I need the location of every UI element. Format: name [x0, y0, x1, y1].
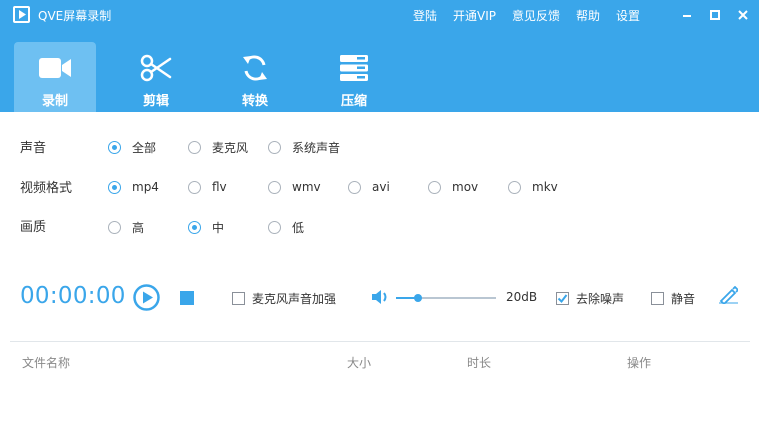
radio-quality-low[interactable] [268, 220, 281, 234]
tab-convert-label: 转换 [241, 94, 268, 109]
quality-option-medium[interactable]: 中 [188, 219, 224, 235]
audio-option-all[interactable]: 全部 [108, 139, 156, 155]
radio-quality-medium[interactable] [188, 220, 201, 234]
volume-icon[interactable] [371, 289, 389, 305]
minimize-icon[interactable] [680, 8, 694, 22]
compress-icon [313, 50, 395, 86]
tab-compress-label: 压缩 [340, 94, 367, 109]
stop-icon[interactable] [180, 291, 194, 305]
radio-audio-all[interactable] [108, 140, 121, 154]
mic-boost-label: 麦克风声音加强 [252, 291, 337, 306]
audio-label: 声音 [20, 141, 47, 156]
format-option-mp4[interactable]: mp4 [108, 179, 159, 195]
check-icon [557, 293, 568, 303]
column-actions: 操作 [627, 356, 652, 370]
radio-format-avi[interactable] [348, 180, 361, 194]
quality-option-high-label: 高 [132, 220, 145, 235]
column-size: 大小 [347, 356, 372, 370]
radio-format-mkv[interactable] [508, 180, 521, 194]
tab-edit[interactable]: 剪辑 [115, 42, 197, 112]
format-option-mov-label: mov [452, 180, 479, 194]
format-option-mov[interactable]: mov [428, 179, 478, 195]
close-icon[interactable] [736, 8, 750, 22]
denoise-box[interactable] [556, 291, 569, 305]
format-option-wmv-label: wmv [292, 180, 321, 194]
tab-record[interactable]: 录制 [14, 42, 96, 112]
file-table-header: 文件名称 大小 时长 操作 [10, 341, 750, 381]
audio-option-system[interactable]: 系统声音 [268, 139, 340, 155]
format-option-mkv-label: mkv [532, 180, 558, 194]
mic-boost-box[interactable] [232, 291, 245, 305]
feedback-link[interactable]: 意见反馈 [512, 7, 560, 24]
maximize-icon[interactable] [708, 8, 722, 22]
login-link[interactable]: 登陆 [413, 7, 437, 24]
radio-audio-system[interactable] [268, 140, 281, 154]
radio-format-mov[interactable] [428, 180, 441, 194]
audio-option-mic-label: 麦克风 [212, 140, 249, 155]
scissors-icon [115, 50, 197, 86]
pen-icon[interactable] [718, 285, 740, 306]
format-option-avi[interactable]: avi [348, 179, 390, 195]
quality-label: 画质 [20, 220, 47, 235]
format-option-wmv[interactable]: wmv [268, 179, 321, 195]
video-camera-icon [14, 50, 96, 86]
app-header: QVE屏幕录制 登陆 开通VIP 意见反馈 帮助 设置 录制 剪辑 转换 压缩 [0, 0, 759, 112]
denoise-label: 去除噪声 [576, 291, 625, 306]
mute-checkbox[interactable]: 静音 [651, 290, 695, 306]
tab-convert[interactable]: 转换 [214, 42, 296, 112]
volume-slider-thumb[interactable] [414, 294, 422, 302]
play-icon[interactable] [133, 284, 160, 311]
quality-option-high[interactable]: 高 [108, 219, 144, 235]
format-option-mkv[interactable]: mkv [508, 179, 558, 195]
audio-option-all-label: 全部 [132, 140, 157, 155]
audio-option-system-label: 系统声音 [292, 140, 341, 155]
top-links: 登陆 开通VIP 意见反馈 帮助 设置 [413, 7, 640, 24]
quality-option-low-label: 低 [292, 220, 305, 235]
format-option-mp4-label: mp4 [132, 180, 159, 194]
vip-link[interactable]: 开通VIP [453, 7, 496, 24]
app-logo-icon [13, 6, 30, 23]
radio-format-flv[interactable] [188, 180, 201, 194]
volume-value: 20dB [506, 290, 538, 304]
mute-box[interactable] [651, 291, 664, 305]
denoise-checkbox[interactable]: 去除噪声 [556, 290, 624, 306]
quality-option-low[interactable]: 低 [268, 219, 304, 235]
record-timer: 00:00:00 [20, 283, 126, 309]
format-option-avi-label: avi [372, 180, 390, 194]
tab-edit-label: 剪辑 [142, 94, 169, 109]
radio-format-mp4[interactable] [108, 180, 121, 194]
volume-slider[interactable] [396, 294, 496, 302]
mute-label: 静音 [671, 291, 696, 306]
tab-record-label: 录制 [41, 94, 68, 109]
quality-option-medium-label: 中 [212, 220, 225, 235]
column-duration: 时长 [467, 356, 492, 370]
help-link[interactable]: 帮助 [576, 7, 600, 24]
app-title: QVE屏幕录制 [38, 9, 112, 23]
tab-compress[interactable]: 压缩 [313, 42, 395, 112]
column-filename: 文件名称 [22, 356, 71, 370]
radio-quality-high[interactable] [108, 220, 121, 234]
audio-option-mic[interactable]: 麦克风 [188, 139, 248, 155]
format-option-flv[interactable]: flv [188, 179, 227, 195]
title-bar: QVE屏幕录制 登陆 开通VIP 意见反馈 帮助 设置 [0, 0, 759, 30]
radio-format-wmv[interactable] [268, 180, 281, 194]
mic-boost-checkbox[interactable]: 麦克风声音加强 [232, 290, 336, 306]
format-label: 视频格式 [20, 181, 73, 196]
format-option-flv-label: flv [212, 180, 227, 194]
radio-audio-mic[interactable] [188, 140, 201, 154]
settings-link[interactable]: 设置 [616, 7, 640, 24]
convert-icon [214, 50, 296, 86]
